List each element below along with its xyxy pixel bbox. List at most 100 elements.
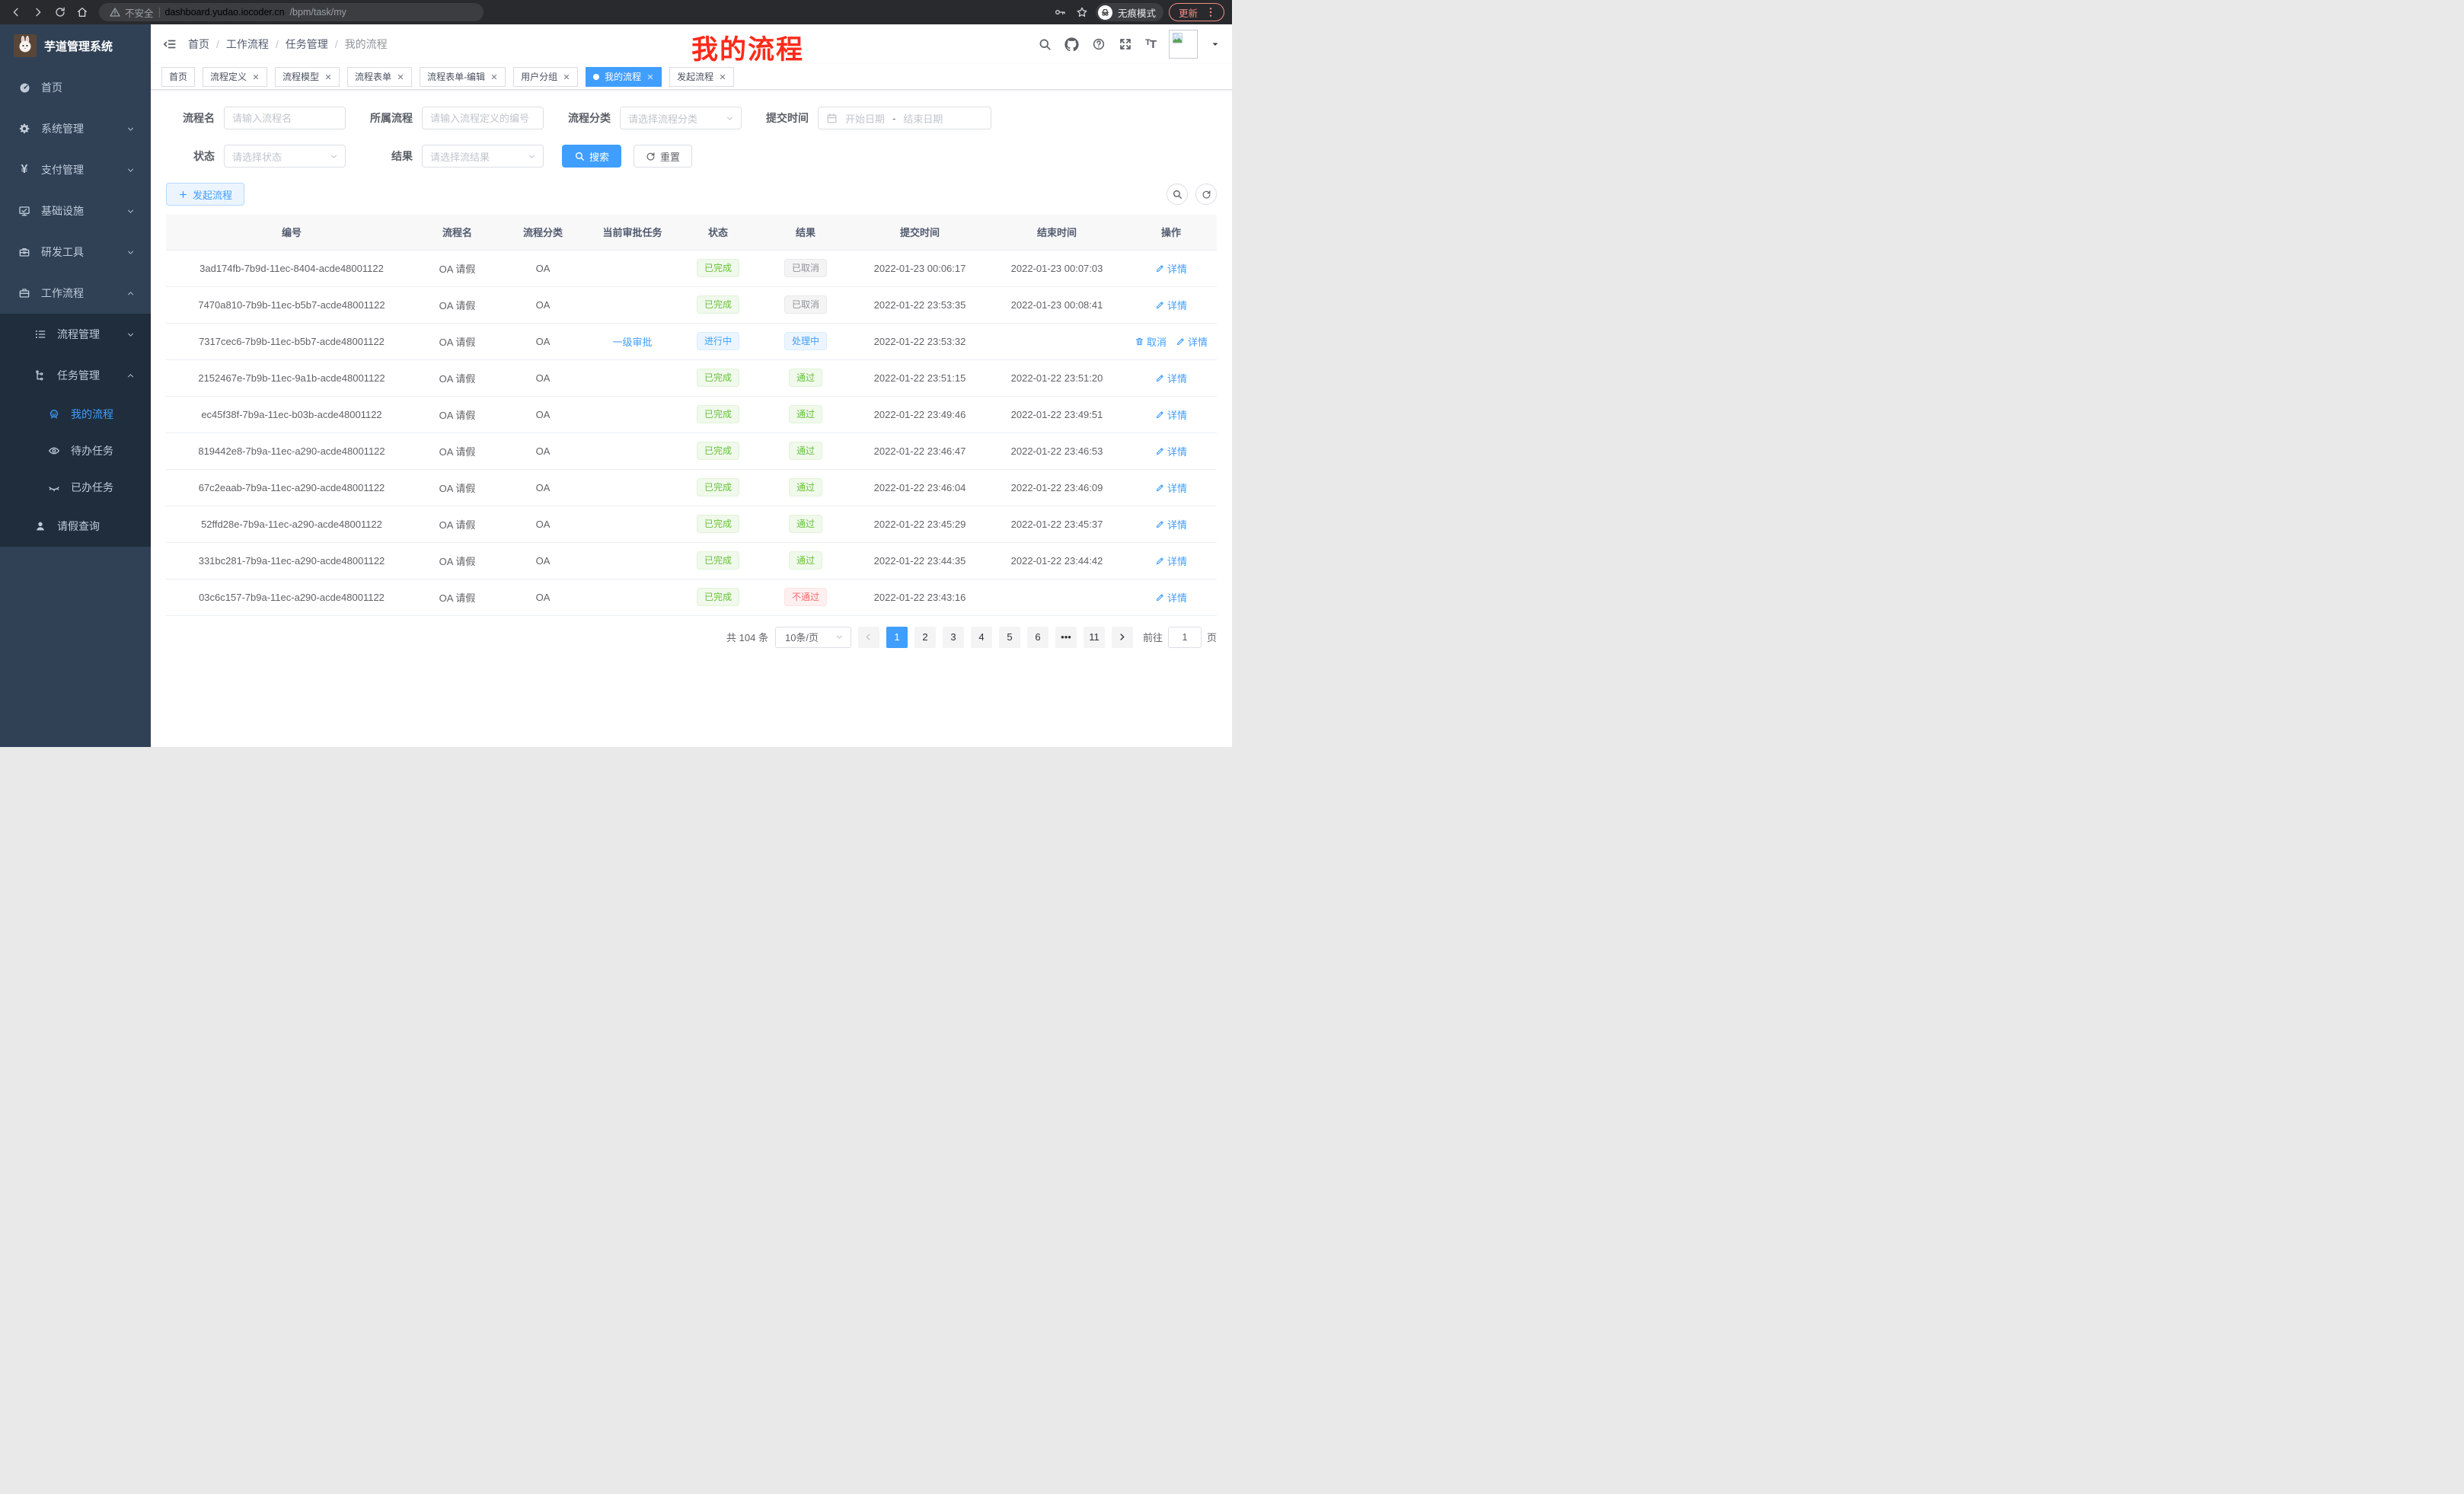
- create-process-button[interactable]: 发起流程: [166, 183, 244, 206]
- prev-page-button[interactable]: [858, 627, 879, 648]
- incognito-label: 无痕模式: [1118, 5, 1156, 20]
- detail-link[interactable]: 详情: [1155, 480, 1187, 495]
- page-size-select[interactable]: 10条/页: [775, 627, 851, 648]
- close-icon[interactable]: [252, 73, 260, 81]
- close-icon[interactable]: [563, 73, 570, 81]
- search-icon[interactable]: [1038, 37, 1052, 51]
- sidebar-item-基础设施[interactable]: 基础设施: [0, 190, 151, 231]
- status-select[interactable]: 请选择状态: [224, 145, 346, 168]
- app-logo-row[interactable]: 芋道管理系统: [0, 24, 151, 67]
- browser-home-button[interactable]: [74, 4, 91, 21]
- fullscreen-icon[interactable]: [1119, 37, 1132, 51]
- breadcrumb-item-工作流程[interactable]: 工作流程: [226, 37, 269, 52]
- result-select[interactable]: 请选择流结果: [422, 145, 544, 168]
- close-icon[interactable]: [324, 73, 332, 81]
- github-icon[interactable]: [1064, 37, 1079, 52]
- detail-link[interactable]: 详情: [1155, 371, 1187, 385]
- detail-link[interactable]: 详情: [1155, 590, 1187, 605]
- broken-image-icon: [1171, 32, 1183, 44]
- category-select[interactable]: 请选择流程分类: [620, 107, 742, 129]
- detail-link[interactable]: 详情: [1155, 554, 1187, 568]
- tab-我的流程[interactable]: 我的流程: [586, 67, 662, 87]
- tab-流程定义[interactable]: 流程定义: [203, 67, 267, 87]
- detail-link[interactable]: 详情: [1155, 261, 1187, 276]
- breadcrumb-item-任务管理[interactable]: 任务管理: [286, 37, 328, 52]
- sidebar-fold-icon[interactable]: [163, 37, 177, 51]
- page-button-1[interactable]: 1: [886, 627, 908, 648]
- page-button-4[interactable]: 4: [971, 627, 992, 648]
- process-def-input[interactable]: [422, 107, 544, 129]
- tab-流程模型[interactable]: 流程模型: [275, 67, 340, 87]
- process-name-input[interactable]: [224, 107, 346, 129]
- page-button-3[interactable]: 3: [943, 627, 964, 648]
- page-button-6[interactable]: 6: [1027, 627, 1048, 648]
- category-placeholder: 请选择流程分类: [628, 111, 697, 126]
- result-badge: 已取消: [784, 295, 827, 314]
- tab-发起流程[interactable]: 发起流程: [669, 67, 734, 87]
- result-badge: 通过: [789, 405, 822, 423]
- tab-流程表单[interactable]: 流程表单: [347, 67, 412, 87]
- page-button-2[interactable]: 2: [914, 627, 936, 648]
- sidebar-item-研发工具[interactable]: 研发工具: [0, 231, 151, 273]
- detail-link[interactable]: 详情: [1155, 517, 1187, 532]
- breadcrumb-item-首页[interactable]: 首页: [188, 37, 209, 52]
- cancel-link[interactable]: 取消: [1135, 334, 1167, 349]
- help-icon[interactable]: [1092, 37, 1106, 51]
- sidebar-item-我的流程[interactable]: 我的流程: [0, 396, 151, 433]
- sidebar-item-已办任务[interactable]: 已办任务: [0, 469, 151, 506]
- table-row: 7317cec6-7b9b-11ec-b5b7-acde48001122OA 请…: [166, 323, 1217, 359]
- sidebar-item-首页[interactable]: 首页: [0, 67, 151, 108]
- submit-time-range-picker[interactable]: 开始日期 - 结束日期: [818, 107, 991, 129]
- show-search-button[interactable]: [1167, 184, 1188, 205]
- address-bar[interactable]: 不安全 dashboard.yudao.iocoder.cn/bpm/task/…: [99, 3, 484, 21]
- detail-link[interactable]: 详情: [1176, 334, 1208, 349]
- tab-用户分组[interactable]: 用户分组: [513, 67, 578, 87]
- sidebar-item-流程管理[interactable]: 流程管理: [0, 314, 151, 355]
- cell-process-name: OA 请假: [417, 506, 497, 542]
- detail-link[interactable]: 详情: [1155, 298, 1187, 312]
- result-badge: 处理中: [784, 332, 827, 350]
- reset-button-label: 重置: [660, 149, 680, 164]
- sidebar-item-工作流程[interactable]: 工作流程: [0, 273, 151, 314]
- search-button[interactable]: 搜索: [562, 145, 621, 168]
- sidebar-item-支付管理[interactable]: ¥支付管理: [0, 149, 151, 190]
- close-icon[interactable]: [646, 73, 654, 81]
- sidebar-item-请假查询[interactable]: 请假查询: [0, 506, 151, 547]
- close-icon[interactable]: [397, 73, 404, 81]
- next-page-button[interactable]: [1112, 627, 1133, 648]
- current-task-link[interactable]: 一级审批: [612, 334, 652, 349]
- browser-back-button[interactable]: [8, 4, 24, 21]
- close-icon[interactable]: [719, 73, 726, 81]
- sidebar-item-label: 已办任务: [71, 480, 113, 495]
- column-header-提交时间: 提交时间: [851, 215, 988, 250]
- refresh-table-button[interactable]: [1195, 184, 1217, 205]
- detail-link[interactable]: 详情: [1155, 444, 1187, 458]
- detail-link[interactable]: 详情: [1155, 407, 1187, 422]
- goto-page-input[interactable]: [1168, 627, 1202, 648]
- browser-forward-button[interactable]: [30, 4, 46, 21]
- user-icon: [34, 520, 47, 532]
- pager-more-button[interactable]: •••: [1055, 627, 1077, 648]
- avatar[interactable]: [1169, 30, 1198, 59]
- sidebar-item-待办任务[interactable]: 待办任务: [0, 433, 151, 469]
- dashboard-icon: [18, 81, 31, 94]
- url-separator: [159, 8, 160, 18]
- sidebar-item-系统管理[interactable]: 系统管理: [0, 108, 151, 149]
- bookmark-star-icon[interactable]: [1074, 4, 1090, 21]
- page-button-11[interactable]: 11: [1084, 627, 1105, 648]
- column-header-流程分类: 流程分类: [497, 215, 589, 250]
- tags-view-bar: 首页流程定义 流程模型 流程表单流程表单-编辑用户分组我的流程发起流程: [151, 64, 1232, 90]
- avatar-caret-icon[interactable]: [1211, 40, 1220, 49]
- tab-流程表单-编辑[interactable]: 流程表单-编辑: [420, 67, 506, 87]
- page-button-5[interactable]: 5: [999, 627, 1020, 648]
- close-icon[interactable]: [490, 73, 498, 81]
- browser-reload-button[interactable]: [52, 4, 69, 21]
- font-size-icon[interactable]: TT: [1145, 38, 1156, 51]
- update-button[interactable]: 更新: [1169, 3, 1224, 21]
- app-title: 芋道管理系统: [44, 38, 113, 54]
- sidebar-item-任务管理[interactable]: 任务管理: [0, 355, 151, 396]
- reset-button[interactable]: 重置: [634, 145, 692, 168]
- tab-首页[interactable]: 首页: [161, 67, 195, 87]
- key-icon[interactable]: [1052, 4, 1068, 21]
- tab-label: 流程模型: [282, 70, 319, 83]
